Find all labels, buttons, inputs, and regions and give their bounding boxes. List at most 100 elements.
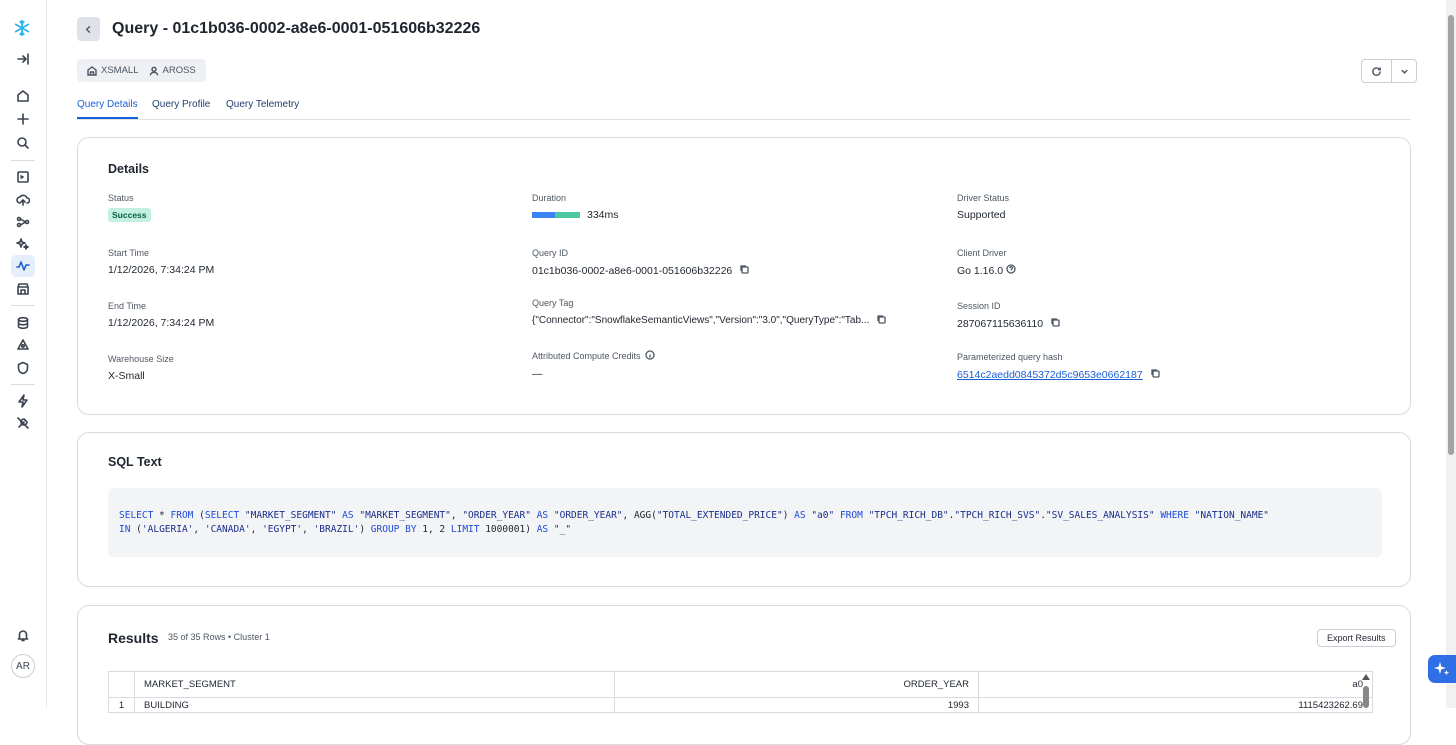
results-summary: 35 of 35 Rows • Cluster 1 — [168, 632, 270, 642]
refresh-button[interactable] — [1361, 59, 1392, 83]
sql-token: FROM — [170, 510, 194, 521]
sql-token: GROUP BY — [370, 524, 417, 535]
scroll-up-icon[interactable] — [1362, 674, 1370, 680]
sql-token: 'BRAZIL' — [313, 524, 360, 535]
column-header-a0[interactable]: a0 — [979, 672, 1372, 697]
worksheets-icon[interactable] — [14, 168, 32, 186]
table-row[interactable]: 1 BUILDING 1993 1115423262.69 — [109, 698, 1372, 712]
session-id-value: 287067115636110 — [957, 317, 1044, 330]
snowflake-logo-icon[interactable] — [13, 19, 31, 37]
expand-sidebar-icon[interactable] — [14, 50, 32, 68]
query-hash-link[interactable]: 6514c2aedd0845372d5c9653e0662187 — [957, 369, 1143, 381]
plus-icon[interactable] — [14, 110, 32, 128]
credits-label: Attributed Compute Credits — [532, 351, 641, 361]
query-tag-value: {"Connector":"SnowflakeSemanticViews","V… — [532, 315, 870, 326]
query-id-label: Query ID — [532, 248, 569, 258]
query-tag-field: Query Tag {"Connector":"SnowflakeSemanti… — [532, 298, 887, 327]
ai-ml-icon[interactable] — [14, 235, 32, 253]
sql-token: "_" — [553, 524, 572, 535]
lightning-icon[interactable] — [14, 392, 32, 410]
duration-bar — [532, 212, 580, 218]
copy-icon[interactable] — [1150, 368, 1160, 381]
database-icon[interactable] — [14, 314, 32, 332]
sql-token: ( — [193, 510, 205, 521]
help-icon[interactable] — [1006, 264, 1016, 277]
column-header-order-year[interactable]: ORDER_YEAR — [615, 672, 979, 697]
more-options-dropdown[interactable] — [1392, 59, 1417, 83]
column-header-market-segment[interactable]: MARKET_SEGMENT — [135, 672, 615, 697]
results-title: Results — [108, 630, 159, 646]
page-scrollbar[interactable] — [1446, 0, 1456, 708]
sql-token: "MARKET_SEGMENT" — [359, 510, 451, 521]
driver-status-label: Driver Status — [957, 193, 1010, 203]
sql-token: ) — [359, 524, 371, 535]
results-scrollbar[interactable] — [1361, 672, 1371, 708]
sql-token: * — [153, 510, 171, 521]
sql-token: FROM — [839, 510, 863, 521]
sql-token: SELECT — [119, 510, 154, 521]
tab-query-profile[interactable]: Query Profile — [152, 99, 210, 117]
chevron-down-icon — [1400, 69, 1408, 74]
refresh-icon — [1372, 66, 1381, 76]
admin-tools-icon[interactable] — [14, 414, 32, 432]
scrollbar-thumb[interactable] — [1363, 686, 1369, 708]
sql-line-1: SELECT * FROM (SELECT "MARKET_SEGMENT" A… — [119, 509, 1371, 523]
sql-token: 'ALGERIA' — [141, 524, 194, 535]
marketplace-icon[interactable] — [14, 280, 32, 298]
data-upload-icon[interactable] — [14, 191, 32, 209]
tab-query-details[interactable]: Query Details — [77, 99, 138, 119]
sql-token: "MARKET_SEGMENT" — [244, 510, 337, 521]
copy-icon[interactable] — [1050, 317, 1060, 330]
data-sharing-icon[interactable] — [14, 336, 32, 354]
nav-divider — [11, 384, 35, 385]
user-chip[interactable]: AROSS — [149, 65, 196, 76]
table-header-row: MARKET_SEGMENT ORDER_YEAR a0 — [109, 672, 1372, 698]
sql-token: , — [250, 524, 263, 535]
user-avatar[interactable]: AR — [11, 654, 35, 678]
back-button[interactable] — [77, 17, 100, 41]
copilot-assistant-button[interactable] — [1428, 655, 1456, 683]
sql-token: , — [302, 524, 314, 535]
export-results-button[interactable]: Export Results — [1317, 629, 1396, 647]
sql-token: AS — [342, 510, 354, 521]
governance-shield-icon[interactable] — [14, 359, 32, 377]
nav-divider — [11, 305, 35, 306]
projects-icon[interactable] — [14, 213, 32, 231]
copy-icon[interactable] — [739, 264, 749, 277]
session-id-label: Session ID — [957, 301, 1001, 311]
client-driver-label: Client Driver — [957, 248, 1007, 258]
duration-label: Duration — [532, 193, 567, 203]
user-name: AROSS — [162, 65, 196, 76]
monitoring-icon[interactable] — [11, 255, 35, 277]
warehouse-name: XSMALL — [101, 65, 139, 76]
page-scrollbar-thumb[interactable] — [1448, 15, 1454, 455]
cell-a0[interactable]: 1115423262.69 — [979, 698, 1372, 712]
sql-token: "ORDER_YEAR" — [462, 510, 531, 521]
query-id-field: Query ID 01c1b036-0002-a8e6-0001-051606b… — [532, 248, 749, 277]
sql-token: "TPCH_RICH_SVS" — [954, 510, 1041, 521]
warehouse-chip[interactable]: XSMALL — [87, 65, 139, 76]
cell-order-year[interactable]: 1993 — [615, 698, 979, 712]
duration-value: 334ms — [587, 209, 619, 221]
nav-divider — [11, 160, 35, 161]
sql-token: AS — [536, 524, 549, 535]
sparkle-icon — [1434, 662, 1450, 676]
tab-query-telemetry[interactable]: Query Telemetry — [226, 99, 299, 117]
sql-token: AS — [794, 510, 806, 521]
driver-status-value: Supported — [957, 209, 1006, 221]
sql-token: AS — [536, 510, 549, 521]
home-icon[interactable] — [14, 87, 32, 105]
credits-value: — — [532, 368, 543, 380]
results-card: Results 35 of 35 Rows • Cluster 1 Export… — [77, 605, 1411, 745]
copy-icon[interactable] — [876, 314, 887, 327]
cell-market-segment[interactable]: BUILDING — [135, 698, 615, 712]
client-driver-value: Go 1.16.0 — [957, 264, 1004, 277]
notifications-bell-icon[interactable] — [14, 626, 32, 644]
search-icon[interactable] — [14, 134, 32, 152]
sql-code-block[interactable]: SELECT * FROM (SELECT "MARKET_SEGMENT" A… — [108, 488, 1382, 557]
row-number: 1 — [109, 698, 135, 712]
sql-token: IN — [119, 524, 131, 535]
sql-token: 'CANADA' — [204, 524, 251, 535]
end-time-value: 1/12/2026, 7:34:24 PM — [108, 317, 215, 329]
info-icon[interactable] — [644, 350, 655, 362]
